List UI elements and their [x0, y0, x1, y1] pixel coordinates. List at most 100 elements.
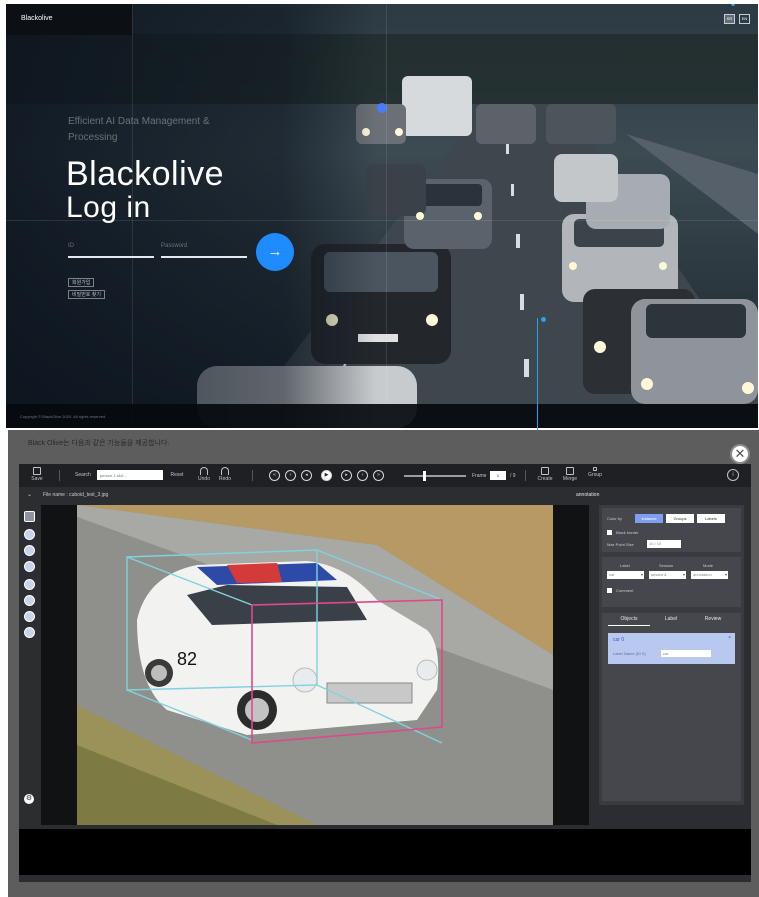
object-card[interactable]: car 0 × Label Name (ID 0) car	[608, 633, 735, 664]
first-frame-button[interactable]: «	[269, 470, 280, 481]
copyright-footer: Copyright © BlackOlive 2020. All rights …	[6, 404, 758, 428]
max-point-size-label: Max Point Size	[607, 542, 634, 547]
redo-button[interactable]: Redo	[217, 467, 233, 482]
mode-select[interactable]: annotation	[691, 571, 728, 579]
merge-label: Merge	[562, 476, 578, 482]
color-by-label: Color by	[607, 516, 622, 521]
info-icon[interactable]: i	[727, 469, 739, 481]
session-select[interactable]: session1	[649, 571, 686, 579]
cuboid-icon[interactable]	[24, 529, 35, 540]
undo-label: Undo	[198, 476, 210, 482]
object-label-field: Label Name (ID 0)	[613, 651, 646, 656]
redo-label: Redo	[219, 476, 231, 482]
tab-review[interactable]: Review	[692, 613, 734, 626]
comment-checkbox[interactable]	[607, 588, 612, 593]
frame-slider-handle[interactable]	[423, 471, 426, 481]
tab-label[interactable]: Label	[650, 613, 692, 626]
left-dark-overlay	[6, 4, 376, 428]
annotation-tool-screen: Black Olive는 다음과 같은 기능들을 제공합니다. ✕ Save S…	[8, 430, 759, 897]
frame-total: / 9	[510, 473, 516, 479]
toolbar-divider	[525, 470, 526, 481]
toolbar: Save Search Reset Undo Redo « ‹ ◂ ▶ ▸ › …	[19, 464, 751, 487]
prev-step-button[interactable]: ‹	[285, 470, 296, 481]
undo-icon[interactable]	[24, 595, 35, 606]
polygon-icon[interactable]	[24, 545, 35, 556]
undo-icon	[200, 467, 208, 475]
prev-frame-button[interactable]: ◂	[301, 470, 312, 481]
grid-line	[386, 4, 387, 428]
car-number: 82	[177, 649, 197, 669]
toolbar-divider	[59, 470, 60, 481]
brand-logo[interactable]: Blackolive	[6, 4, 132, 35]
lang-kr-button[interactable]: KR	[724, 14, 735, 24]
id-input[interactable]: ID	[68, 240, 154, 258]
annotation-side-panel: Color by Instance Groups Labels Black bo…	[599, 505, 744, 805]
redo-icon	[221, 467, 229, 475]
close-icon[interactable]: ✕	[730, 444, 750, 464]
group-button[interactable]: Group	[585, 467, 605, 478]
tab-objects[interactable]: Objects	[608, 613, 650, 626]
search-label: Search	[75, 472, 91, 478]
object-name: car 0	[613, 637, 625, 643]
login-submit-button[interactable]: →	[256, 233, 294, 271]
tagline: Efficient AI Data Management & Processin…	[68, 116, 210, 143]
create-label: Create	[537, 476, 553, 482]
merge-button[interactable]: Merge	[560, 467, 580, 482]
black-border-checkbox[interactable]	[607, 530, 612, 535]
color-by-instance-button[interactable]: Instance	[635, 514, 663, 523]
color-by-labels-button[interactable]: Labels	[697, 514, 725, 523]
chevron-down-icon[interactable]: ⌄	[27, 491, 32, 498]
settings-icon[interactable]: ⚙	[24, 794, 34, 804]
black-border-label: Black border	[616, 530, 639, 535]
next-frame-button[interactable]: ▸	[341, 470, 352, 481]
remove-object-icon[interactable]: ×	[728, 635, 731, 641]
toolbar-divider	[252, 470, 253, 481]
search-input[interactable]	[97, 470, 163, 480]
color-by-groups-button[interactable]: Groups	[666, 514, 694, 523]
merge-icon	[566, 467, 574, 475]
create-button[interactable]: Create	[535, 467, 555, 482]
bottom-timeline-area	[19, 829, 751, 875]
comment-label: Comment	[616, 588, 634, 593]
signup-link[interactable]: 회원가입	[68, 278, 95, 287]
rotate-icon[interactable]	[24, 579, 35, 590]
copy-icon[interactable]	[24, 611, 35, 622]
annotation-app: Save Search Reset Undo Redo « ‹ ◂ ▶ ▸ › …	[19, 464, 751, 882]
next-step-button[interactable]: ›	[357, 470, 368, 481]
object-label-select[interactable]: car	[661, 650, 711, 657]
lang-en-button[interactable]: EN	[739, 14, 750, 24]
left-toolbar: ⚙	[21, 505, 39, 825]
save-button[interactable]: Save	[28, 467, 46, 482]
hand-icon[interactable]	[24, 627, 35, 638]
login-title-brand: Blackolive	[66, 155, 225, 193]
objects-box: Objects Label Review car 0 × Label Name …	[602, 613, 741, 801]
annotation-panel-title: annotation	[576, 492, 600, 498]
reset-button[interactable]: Reset	[169, 472, 185, 478]
label-select[interactable]: car	[607, 571, 644, 579]
group-icon	[593, 467, 597, 471]
callout-line	[537, 318, 538, 430]
create-icon	[541, 467, 549, 475]
max-point-size-input[interactable]: 10 / 10	[647, 540, 681, 548]
frame-label: Frame	[472, 473, 487, 479]
label-settings-box: Label Session Mode car session1 annotati…	[602, 557, 741, 607]
frame-slider-track[interactable]	[404, 475, 466, 477]
mode-column-header: Mode	[703, 563, 714, 568]
display-settings-box: Color by Instance Groups Labels Black bo…	[602, 508, 741, 552]
image-canvas[interactable]: 82	[41, 505, 589, 825]
play-button[interactable]: ▶	[321, 470, 332, 481]
group-label: Group	[588, 472, 602, 478]
login-title: Log in	[66, 191, 151, 224]
frame-number-input[interactable]: 1	[490, 471, 506, 480]
password-input[interactable]: Password	[161, 240, 247, 258]
cursor-icon[interactable]	[24, 511, 35, 522]
find-password-link[interactable]: 비밀번호 찾기	[68, 290, 105, 299]
annotated-car-image[interactable]: 82	[77, 505, 553, 825]
polyline-icon[interactable]	[24, 561, 35, 572]
file-bar: ⌄ File name : cuboid_test_3.jpg annotati…	[19, 487, 751, 503]
login-screen: Blackolive KR EN Efficient AI Data Manag…	[6, 4, 758, 428]
save-icon	[33, 467, 41, 475]
save-label: Save	[31, 476, 43, 482]
undo-button[interactable]: Undo	[196, 467, 212, 482]
last-frame-button[interactable]: »	[373, 470, 384, 481]
